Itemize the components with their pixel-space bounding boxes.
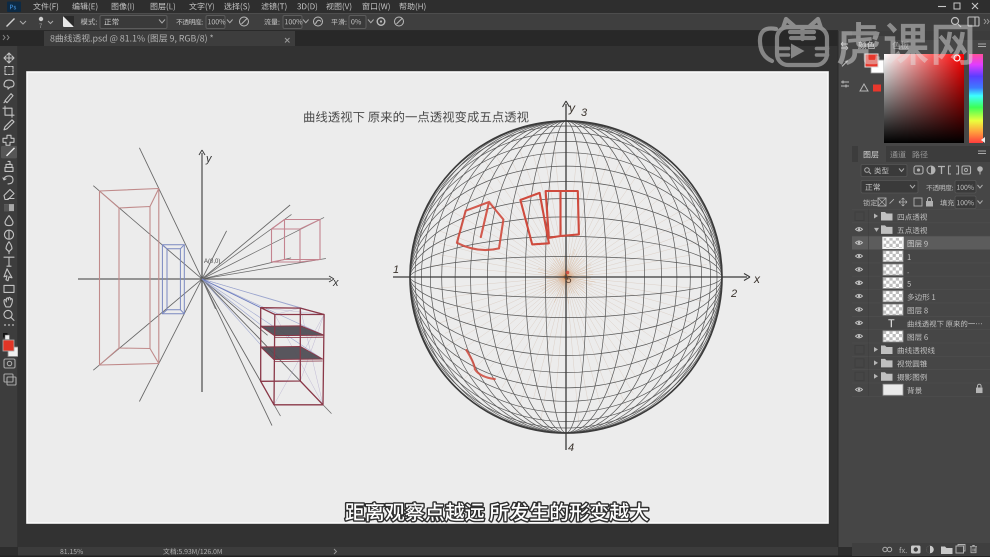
svg-text:5: 5 — [566, 275, 572, 286]
svg-text:2: 2 — [730, 288, 737, 300]
svg-text:x: x — [753, 272, 761, 286]
svg-text:3: 3 — [581, 107, 588, 119]
svg-text:1: 1 — [393, 264, 399, 276]
svg-text:x: x — [332, 277, 339, 289]
svg-text:4: 4 — [568, 442, 574, 454]
svg-text:y: y — [568, 101, 576, 115]
